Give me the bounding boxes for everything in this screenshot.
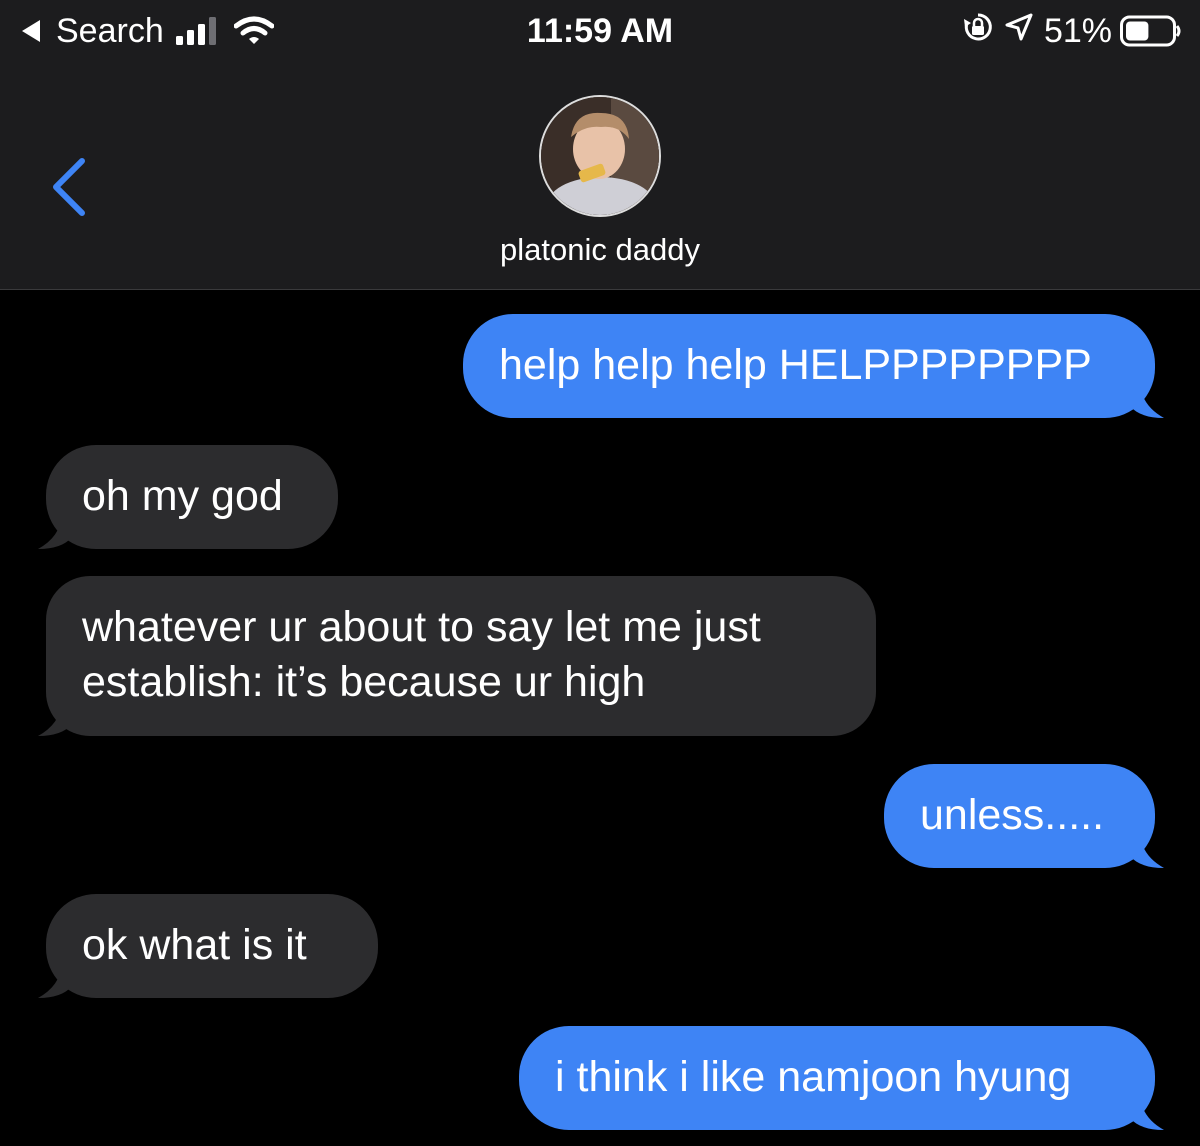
message-text: ok what is it [82,921,307,969]
contact-name[interactable]: platonic daddy [0,232,1200,268]
contact-avatar[interactable] [539,95,661,217]
location-arrow-icon [1004,12,1034,51]
sent-bubble-tail [1130,384,1164,418]
received-bubble-tail [38,964,72,998]
sent-message[interactable]: help help help HELPPPPPPPP [463,314,1155,418]
received-bubble-tail [38,515,72,549]
sent-bubble-tail [1130,1096,1164,1130]
battery-percent: 51% [1043,11,1112,50]
message-text: unless..... [920,791,1105,839]
orientation-lock-icon [962,11,994,52]
received-message[interactable]: whatever ur about to say let me just est… [46,576,876,736]
message-text-line: whatever ur about to say let me just [82,603,761,651]
conversation-header: Search 11:59 AM 51% platonic daddy [0,0,1200,290]
back-chevron-icon[interactable] [48,157,88,217]
battery-icon [1120,15,1182,47]
sent-message[interactable]: i think i like namjoon hyung [519,1026,1155,1130]
status-indicators: 51% [952,10,1182,52]
sent-bubble-tail [1130,834,1164,868]
received-message[interactable]: oh my god [46,445,338,549]
received-message[interactable]: ok what is it [46,894,378,998]
sent-message[interactable]: unless..... [884,764,1155,868]
status-bar: Search 11:59 AM 51% [0,0,1200,62]
message-text: help help help HELPPPPPPPP [499,341,1092,389]
received-bubble-tail [38,702,72,736]
message-list[interactable]: help help help HELPPPPPPPP oh my god wha… [0,290,1200,1146]
message-text: i think i like namjoon hyung [555,1053,1072,1101]
message-text: oh my god [82,472,283,520]
message-text-line: establish: it’s because ur high [82,658,646,706]
